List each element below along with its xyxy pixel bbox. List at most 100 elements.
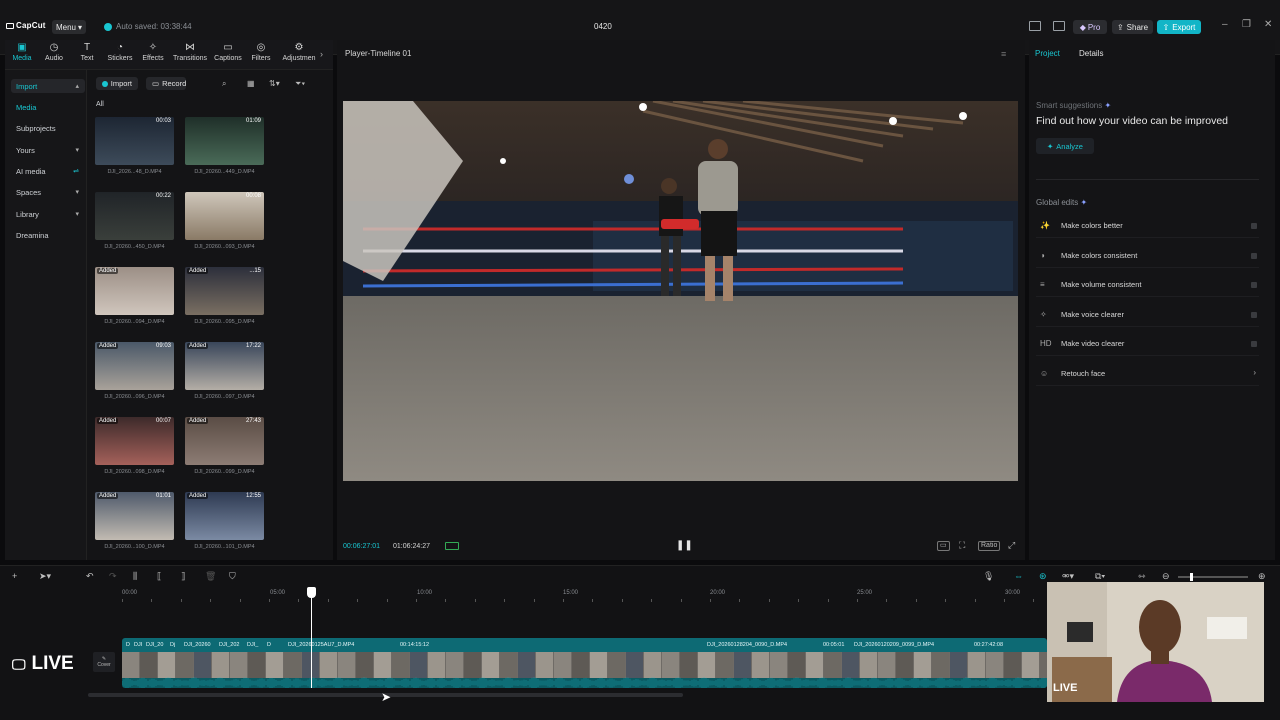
sidebar-item-spaces[interactable]: Spaces ▾ xyxy=(11,185,85,199)
timeline-grid-icon[interactable] xyxy=(445,542,459,550)
sidebar-item-dreamina[interactable]: Dreamina xyxy=(11,228,85,242)
grid-view-icon[interactable]: ▦ xyxy=(247,79,255,88)
trim-left-icon[interactable]: ⟦ xyxy=(157,571,161,582)
tab-effects[interactable]: ✧ Effects xyxy=(136,43,170,63)
tab-adjustment[interactable]: ⚙ Adjustmen xyxy=(282,43,316,63)
zoom-fit-icon[interactable]: ⛶ xyxy=(959,540,965,551)
pause-button[interactable]: ❚❚ xyxy=(676,540,693,551)
tab-filters[interactable]: ◎ Filters xyxy=(244,42,278,63)
media-clip-thumbnail[interactable]: 00:03 xyxy=(95,117,174,165)
zoom-out-icon[interactable]: ⊖ xyxy=(1162,571,1170,582)
preview-axis-icon[interactable]: ⚮▾ xyxy=(1062,571,1074,582)
layout-icon[interactable] xyxy=(1029,21,1041,31)
delete-icon[interactable]: 🗑 xyxy=(205,571,216,582)
sidebar-item-media[interactable]: Media xyxy=(11,100,85,114)
add-track-icon[interactable]: + xyxy=(12,571,17,581)
player-menu-icon[interactable]: ≡ xyxy=(1001,49,1006,59)
audio-icon: ◷ xyxy=(49,42,59,53)
filter-icon[interactable]: ⏷▾ xyxy=(295,79,305,89)
ratio-button[interactable]: Ratio xyxy=(978,541,1001,551)
playhead-handle[interactable] xyxy=(307,587,316,598)
tab-project[interactable]: Project xyxy=(1035,49,1060,58)
chevron-right-icon[interactable]: › xyxy=(320,49,323,59)
tab-stickers[interactable]: ◔ Stickers xyxy=(103,43,137,63)
sort-icon[interactable]: ⇅▾ xyxy=(269,79,280,88)
share-button[interactable]: ⇪ Share xyxy=(1112,20,1153,34)
media-clip-thumbnail[interactable]: Added ...15 xyxy=(185,267,264,315)
sidebar-item-library[interactable]: Library ▾ xyxy=(11,207,85,221)
tab-captions[interactable]: ▭ Captions xyxy=(211,43,245,63)
restore-icon[interactable]: ❐ xyxy=(1242,19,1251,30)
project-title[interactable]: 0420 xyxy=(594,22,612,31)
export-button[interactable]: ⇧ Export xyxy=(1157,20,1201,34)
filmstrip-frame xyxy=(194,652,211,678)
video-preview[interactable] xyxy=(343,101,1018,481)
minimize-icon[interactable]: – xyxy=(1222,19,1228,30)
search-icon[interactable]: ⌕ xyxy=(222,79,226,89)
close-icon[interactable]: ✕ xyxy=(1264,19,1272,30)
tab-text[interactable]: T Text xyxy=(70,43,104,63)
global-edit-row[interactable]: ☺ Retouch face › xyxy=(1036,362,1259,386)
sidebar-item-yours[interactable]: Yours ▾ xyxy=(11,143,85,157)
media-clip-thumbnail[interactable]: Added xyxy=(95,267,174,315)
marker-icon[interactable]: ⛉ xyxy=(229,571,236,582)
microphone-icon[interactable]: 🎙 xyxy=(983,571,994,582)
global-edit-row[interactable]: ◑ Make colors consistent xyxy=(1036,244,1259,268)
select-tool-icon[interactable]: ➤▾ xyxy=(39,571,51,582)
media-clip-thumbnail[interactable]: Added 01:01 xyxy=(95,492,174,540)
link-icon[interactable]: ⇔ xyxy=(1014,571,1023,581)
sidebar-item-import[interactable]: Import ▴ xyxy=(11,79,85,93)
zoom-slider[interactable] xyxy=(1178,573,1248,581)
media-clip-thumbnail[interactable]: Added 12:55 xyxy=(185,492,264,540)
clip-duration: 00:07 xyxy=(155,418,171,424)
magnet-icon[interactable]: ⊛ xyxy=(1039,571,1047,582)
sidebar-item-ai-media[interactable]: AI media ⇌ xyxy=(11,164,85,178)
tab-details[interactable]: Details xyxy=(1079,49,1103,58)
media-clip-thumbnail[interactable]: 00:22 xyxy=(95,192,174,240)
pro-button[interactable]: ◆ Pro xyxy=(1073,20,1107,34)
tab-transitions[interactable]: ⋈ Transitions xyxy=(173,43,207,63)
boxing-gym-frame xyxy=(343,101,1018,481)
zoom-slider-handle[interactable] xyxy=(1190,573,1193,581)
fullscreen-preview-icon[interactable]: ▭ xyxy=(937,541,950,551)
media-clip-thumbnail[interactable]: Added 00:07 xyxy=(95,417,174,465)
media-clip-thumbnail[interactable]: Added 09:03 xyxy=(95,342,174,390)
undo-icon[interactable]: ↶ xyxy=(86,571,94,582)
toggle-checkbox[interactable] xyxy=(1251,341,1257,347)
global-edit-row[interactable]: ✨ Make colors better xyxy=(1036,214,1259,238)
cover-button[interactable]: ✎ Cover xyxy=(93,652,115,672)
menu-button[interactable]: Menu ▾ xyxy=(52,20,86,34)
filter-all-label[interactable]: All xyxy=(96,101,104,108)
global-edit-row[interactable]: HD Make video clearer xyxy=(1036,332,1259,356)
toggle-checkbox[interactable] xyxy=(1251,282,1257,288)
shortcuts-icon[interactable] xyxy=(1053,21,1065,31)
record-button[interactable]: ▭ Record xyxy=(146,77,186,90)
zoom-in-icon[interactable]: ⊕ xyxy=(1258,571,1266,582)
snap-icon[interactable]: ⧉▾ xyxy=(1095,571,1105,582)
redo-icon[interactable]: ↷ xyxy=(109,571,117,582)
import-button[interactable]: Import xyxy=(96,77,138,90)
toggle-checkbox[interactable] xyxy=(1251,223,1257,229)
trim-right-icon[interactable]: ⟧ xyxy=(181,571,185,582)
global-edit-row[interactable]: ≡ Make volume consistent xyxy=(1036,273,1259,297)
ruler-label: 05:00 xyxy=(270,590,286,596)
toggle-checkbox[interactable] xyxy=(1251,252,1257,259)
filters-icon: ◎ xyxy=(256,42,266,53)
fit-icon[interactable]: ⇿ xyxy=(1138,571,1146,582)
toggle-checkbox[interactable] xyxy=(1251,311,1257,318)
sidebar-item-subprojects[interactable]: Subprojects xyxy=(11,121,85,135)
tab-audio[interactable]: ◷ Audio xyxy=(37,42,71,63)
global-edit-icon: ✧ xyxy=(1040,309,1047,319)
tab-media[interactable]: ▣ Media xyxy=(5,43,39,63)
playhead[interactable] xyxy=(311,588,312,688)
global-edit-row[interactable]: ✧ Make voice clearer xyxy=(1036,303,1259,327)
main-video-track[interactable]: D DJI DJI_20 Dj DJI_20260 DJI_202 DJI_ D DJI_202… xyxy=(122,638,1047,688)
global-edits-heading: Global edits ✦ xyxy=(1036,198,1088,207)
split-icon[interactable]: ⫼ xyxy=(133,571,137,582)
media-clip-thumbnail[interactable]: 01:09 xyxy=(185,117,264,165)
media-clip-thumbnail[interactable]: Added 17:22 xyxy=(185,342,264,390)
expand-icon[interactable]: ⤢ xyxy=(1008,540,1015,551)
media-clip-thumbnail[interactable]: Added 27:43 xyxy=(185,417,264,465)
media-clip-thumbnail[interactable]: 00:08 xyxy=(185,192,264,240)
analyze-button[interactable]: ✦ Analyze xyxy=(1036,138,1094,154)
